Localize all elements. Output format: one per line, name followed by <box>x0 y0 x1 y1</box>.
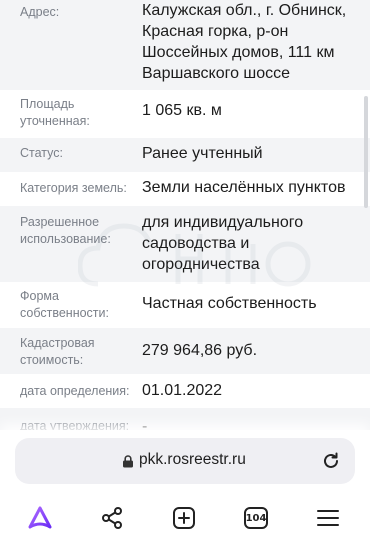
label-permitted-use: Разрешенное использование: <box>20 215 111 246</box>
value-determination-date[interactable]: 01.01.2022 <box>142 380 364 401</box>
new-tab-button[interactable] <box>168 502 200 534</box>
value-land-category[interactable]: Земли населённых пунктов <box>142 177 364 198</box>
value-permitted-use[interactable]: для индивидуального садоводства и огород… <box>142 212 364 275</box>
label-address: Адрес: <box>20 5 60 19</box>
label-area: Площадь уточненная: <box>20 97 90 128</box>
row-address: Адрес: Калужская обл., г. Обнинск, Красн… <box>0 0 370 90</box>
label-cadastral-value: Кадастровая стоимость: <box>20 336 95 367</box>
row-area: Площадь уточненная: 1 065 кв. м <box>0 90 370 138</box>
value-ownership[interactable]: Частная собственность <box>142 293 364 314</box>
value-status[interactable]: Ранее учтенный <box>142 143 364 164</box>
row-cadastral-value: Кадастровая стоимость: 279 964,86 руб. <box>0 328 370 374</box>
cadastral-details: Адрес: Калужская обл., г. Обнинск, Красн… <box>0 0 370 440</box>
tabs-count: 104 <box>245 512 267 524</box>
share-button[interactable] <box>96 502 128 534</box>
share-icon <box>102 507 122 529</box>
browser-bottom-panel: pkk.rosreestr.ru 104 <box>0 430 370 540</box>
reload-icon[interactable] <box>321 451 341 471</box>
url-text[interactable]: pkk.rosreestr.ru <box>139 451 246 469</box>
value-area[interactable]: 1 065 кв. м <box>142 100 364 121</box>
menu-button[interactable] <box>312 502 344 534</box>
row-determination-date: дата определения: 01.01.2022 <box>0 374 370 408</box>
tabs-button[interactable]: 104 <box>240 502 272 534</box>
menu-icon <box>317 510 339 526</box>
scrollbar[interactable] <box>364 96 368 208</box>
label-determination-date: дата определения: <box>20 384 130 398</box>
label-ownership: Форма собственности: <box>20 289 109 320</box>
value-address[interactable]: Калужская обл., г. Обнинск, Красная горк… <box>142 0 364 84</box>
label-land-category: Категория земель: <box>20 181 127 195</box>
label-status: Статус: <box>20 146 63 160</box>
value-cadastral-value[interactable]: 279 964,86 руб. <box>142 340 364 361</box>
row-permitted-use: Разрешенное использование: для индивидуа… <box>0 206 370 282</box>
row-land-category: Категория земель: Земли населённых пункт… <box>0 172 370 206</box>
alice-button[interactable] <box>24 502 56 534</box>
new-tab-icon <box>173 507 195 529</box>
tabs-icon: 104 <box>244 507 268 529</box>
row-ownership: Форма собственности: Частная собственнос… <box>0 282 370 328</box>
row-status: Статус: Ранее учтенный <box>0 138 370 172</box>
address-bar[interactable]: pkk.rosreestr.ru <box>15 438 355 484</box>
browser-nav-bar: 104 <box>0 498 370 538</box>
alice-icon <box>28 506 52 529</box>
lock-icon <box>123 455 133 468</box>
